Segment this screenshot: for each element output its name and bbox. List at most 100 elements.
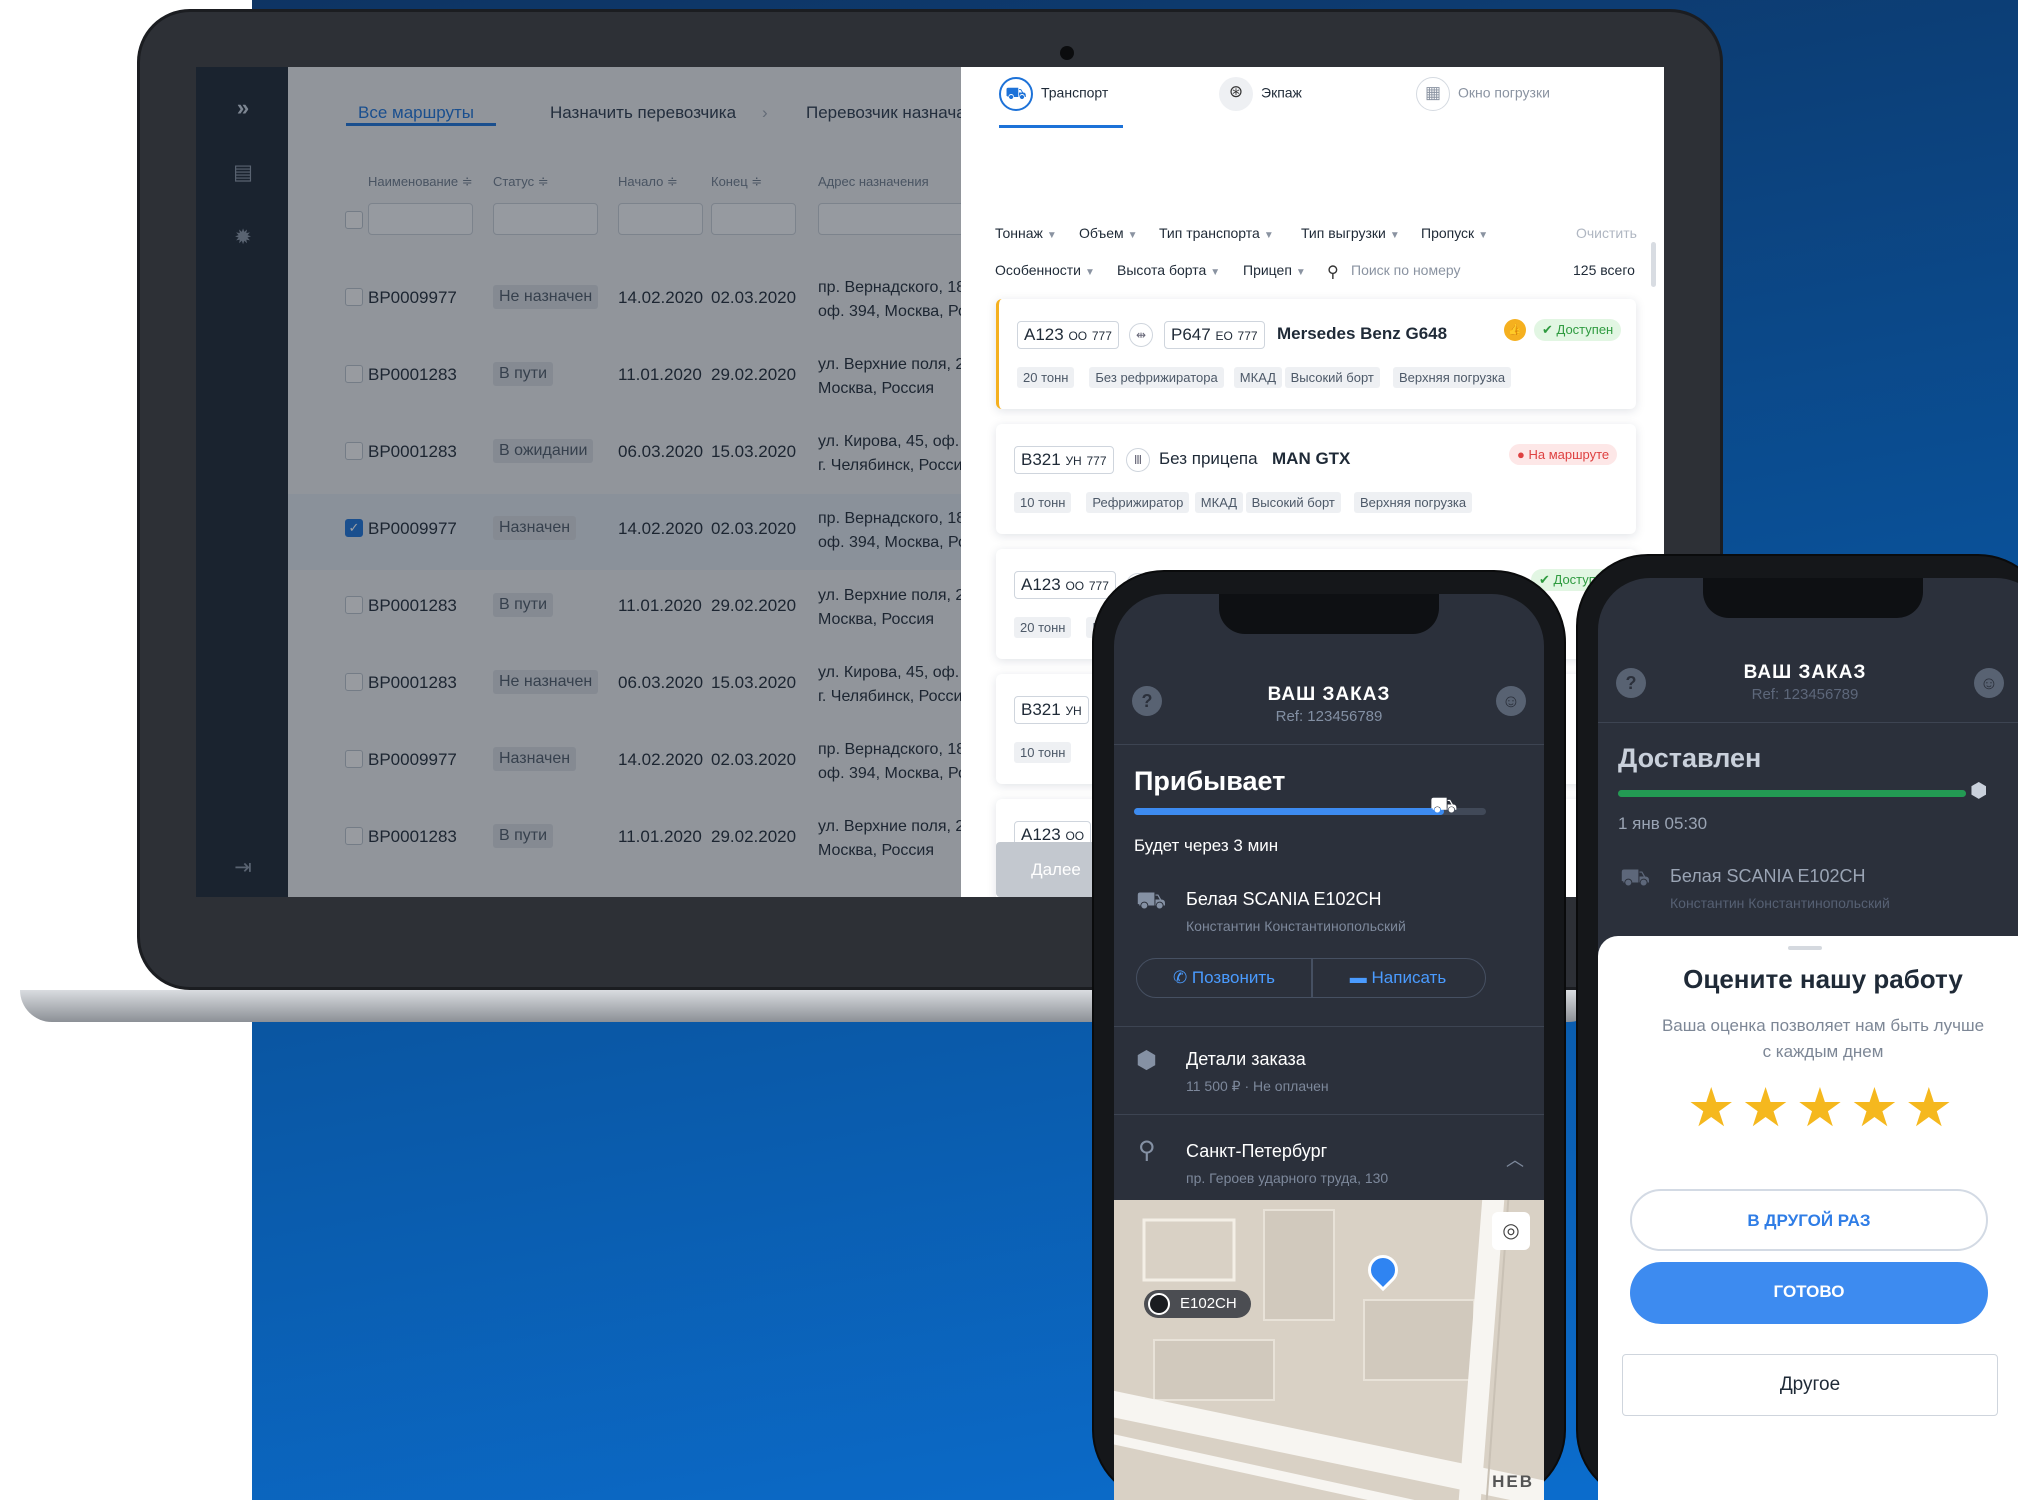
other-button[interactable]: Другое — [1622, 1354, 1998, 1416]
filter-dropdown[interactable]: Тип транспорта ▼ — [1159, 225, 1274, 241]
star-rating[interactable]: ★★★★★ — [1598, 1076, 2018, 1139]
delivery-date: 1 янв 05:30 — [1618, 814, 1708, 833]
filter-dropdown[interactable]: Особенности ▼ — [995, 262, 1095, 278]
later-button[interactable]: В ДРУГОЙ РАЗ — [1630, 1189, 1988, 1251]
locate-me-icon[interactable]: ◎ — [1492, 1212, 1530, 1250]
chevron-down-icon: ▼ — [1478, 230, 1489, 241]
rating-text-2: с каждым днем — [1762, 1042, 1884, 1061]
rating-title: Оцените нашу работу — [1683, 964, 1963, 994]
plate-region: 777 — [1086, 454, 1107, 468]
package-icon: ⬢ — [1136, 1047, 1157, 1074]
search-icon: ⚲ — [1327, 264, 1339, 281]
filter-dropdown[interactable]: Объем ▼ — [1079, 225, 1138, 241]
thumbs-up-icon: 👍 — [1504, 319, 1526, 341]
chevron-down-icon: ▼ — [1046, 230, 1057, 241]
plate-letters: ОО — [1068, 329, 1088, 343]
star-icon[interactable]: ★ — [1687, 1078, 1741, 1138]
plate-number: В321 — [1021, 450, 1061, 469]
order-details-link[interactable]: Детали заказа — [1186, 1049, 1306, 1070]
transport-card[interactable]: В321 УН 777 Ⅲ Без прицепа MAN GTX ● На мар… — [996, 424, 1636, 534]
vehicle-dot-icon — [1148, 1293, 1170, 1315]
panel-tab-crew[interactable]: ⊛ Экпаж — [1219, 77, 1302, 111]
plate-region: 777 — [1237, 329, 1258, 343]
no-trailer-icon: Ⅲ — [1126, 448, 1150, 472]
filter-label: Тоннаж — [995, 225, 1043, 241]
filter-dropdown[interactable]: Пропуск ▼ — [1421, 225, 1488, 241]
panel-tab-loading-window[interactable]: ▦ Окно погрузки — [1416, 77, 1550, 111]
panel-scrollbar[interactable] — [1651, 242, 1656, 287]
feature-chip: МКАД — [1233, 367, 1283, 388]
vehicle-map-marker[interactable]: E102CH — [1144, 1290, 1251, 1318]
order-ref: Ref: 123456789 — [1275, 708, 1383, 725]
plate-letters: УН — [1065, 704, 1082, 718]
panel-tab-label: Окно погрузки — [1458, 84, 1550, 101]
steering-wheel-icon: ⊛ — [1219, 77, 1253, 111]
order-details-sub: 11 500 ₽ · Не оплачен — [1186, 1078, 1329, 1094]
panel-tab-transport[interactable]: ⛟ Транспорт — [999, 77, 1108, 111]
chevron-down-icon: ▼ — [1263, 230, 1274, 241]
filter-label: Особенности — [995, 262, 1081, 278]
order-ref: Ref: 123456789 — [1751, 686, 1859, 703]
vehicle-name: Белая SCANIA E102CH — [1186, 889, 1382, 909]
star-icon[interactable]: ★ — [1741, 1078, 1795, 1138]
filter-dropdown[interactable]: Тоннаж ▼ — [995, 225, 1057, 241]
panel-tab-label: Транспорт — [1041, 84, 1109, 101]
availability-badge: ✔ Доступен — [1534, 319, 1622, 341]
phone-tracking: ? ☺ ВАШ ЗАКАЗ Ref: 123456789 Прибывает ⛟… — [1094, 572, 1564, 1500]
chevron-down-icon: ▼ — [1389, 230, 1400, 241]
license-plate: В321 УН 777 — [1014, 446, 1114, 474]
feature-chip: Верхняя погрузка — [1393, 367, 1512, 388]
phone-notch — [1219, 594, 1439, 634]
plate-search-input[interactable]: Поиск по номеру — [1351, 262, 1461, 278]
order-title: ВАШ ЗАКАЗ — [1267, 684, 1391, 705]
filter-label: Прицеп — [1243, 262, 1292, 278]
feature-chip: Без рефрижиратора — [1089, 367, 1224, 388]
trailer-status: Без прицепа — [1159, 449, 1258, 468]
done-button[interactable]: ГОТОВО — [1630, 1262, 1988, 1324]
filter-dropdown[interactable]: Тип выгрузки ▼ — [1301, 225, 1400, 241]
filter-dropdown[interactable]: Высота борта ▼ — [1117, 262, 1220, 278]
chevron-down-icon: ▼ — [1127, 230, 1138, 241]
filter-label: Тип выгрузки — [1301, 225, 1386, 241]
star-icon[interactable]: ★ — [1905, 1078, 1959, 1138]
message-button[interactable]: ▬ Написать — [1311, 959, 1485, 997]
feature-chip: 10 тонн — [1014, 492, 1072, 513]
star-icon[interactable]: ★ — [1796, 1078, 1850, 1138]
feature-chip: МКАД — [1194, 492, 1244, 513]
phone-rating-screen: ? ☺ ВАШ ЗАКАЗ Ref: 123456789 Доставлен ⬢… — [1598, 578, 2018, 1500]
truck-progress-icon: ⛟ — [1429, 792, 1458, 817]
delivery-progress — [1618, 790, 1966, 797]
plate-number: В321 — [1021, 700, 1061, 719]
clear-filters-button[interactable]: Очистить — [1576, 225, 1637, 241]
plate-number: А123 — [1021, 575, 1061, 594]
total-count: 125 всего — [1573, 262, 1635, 278]
location-pin-icon: ⚲ — [1138, 1137, 1156, 1164]
rating-sheet: Оцените нашу работу Ваша оценка позволяе… — [1598, 936, 2018, 1500]
star-icon[interactable]: ★ — [1850, 1078, 1904, 1138]
feature-chip: Верхняя погрузка — [1354, 492, 1473, 513]
feature-chip: Высокий борт — [1245, 492, 1341, 513]
modal-overlay[interactable] — [196, 67, 961, 897]
chevron-down-icon: ▼ — [1210, 267, 1221, 278]
eta-text: Будет через 3 мин — [1134, 836, 1279, 855]
feature-chip: 20 тонн — [1014, 617, 1072, 638]
route-map[interactable]: E102CH ◎ НЕВ — [1114, 1200, 1544, 1500]
vehicle-marker-label: E102CH — [1180, 1295, 1237, 1312]
call-button[interactable]: ✆ Позвонить — [1137, 959, 1311, 997]
truck-model: Mersedes Benz G648 — [1277, 324, 1448, 343]
truck-icon: ⛟ — [1620, 864, 1651, 891]
transport-card[interactable]: А123 ОО 777 ⇹ Р647 ЕО 777 Mersedes Benz G… — [996, 299, 1636, 409]
sheet-handle[interactable] — [1788, 946, 1822, 950]
license-plate: А123 ОО 777 — [1014, 571, 1116, 599]
driver-name: Константин Константинопольский — [1186, 918, 1406, 934]
divider — [1598, 722, 2018, 723]
order-title: ВАШ ЗАКАЗ — [1743, 662, 1867, 683]
license-plate: А123 ОО 777 — [1017, 321, 1119, 349]
filter-dropdown[interactable]: Прицеп ▼ — [1243, 262, 1306, 278]
map-street-label: НЕВ — [1492, 1472, 1534, 1491]
filter-label: Пропуск — [1421, 225, 1475, 241]
divider — [1114, 1026, 1544, 1027]
chevron-up-icon[interactable]: ︿ — [1506, 1146, 1524, 1172]
plate-number: Р647 — [1171, 325, 1211, 344]
message-label: Написать — [1371, 968, 1447, 987]
